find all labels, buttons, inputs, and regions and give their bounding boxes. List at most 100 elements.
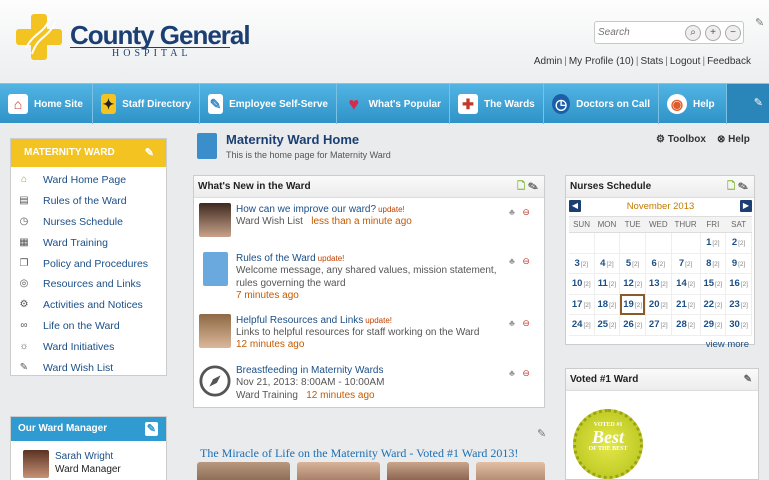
calendar-day[interactable]: 4[2] <box>594 253 621 274</box>
calendar-day[interactable]: 25[2] <box>594 314 621 336</box>
nav-the-wards[interactable]: ✚ The Wards <box>450 84 544 124</box>
ward-menu-item-activities[interactable]: ⚙ Activities and Notices <box>11 295 166 316</box>
feedback-link[interactable]: Feedback <box>707 56 751 67</box>
ward-manager-name[interactable]: Sarah Wright <box>55 451 113 462</box>
delete-icon[interactable]: ⊖ <box>522 368 530 378</box>
feature-edit-icon[interactable]: ✎ <box>537 427 546 440</box>
ward-menu-item-life[interactable]: ∞ Life on the Ward <box>11 316 166 337</box>
feature-photo[interactable] <box>476 462 545 480</box>
calendar-day-count: [2] <box>687 281 695 289</box>
ward-menu-item-training[interactable]: ▦ Ward Training <box>11 232 166 253</box>
calendar-day[interactable]: 16[2] <box>725 273 752 295</box>
calendar-day[interactable]: 19[2] <box>619 294 646 315</box>
calendar-day[interactable]: 24[2] <box>569 314 595 336</box>
news-item-title[interactable]: Helpful Resources and Links <box>236 315 363 326</box>
like-icon[interactable]: ♣ <box>509 207 515 217</box>
add-item-icon[interactable]: 🗋 <box>517 181 525 192</box>
document-icon <box>203 252 228 286</box>
calendar-day[interactable]: 23[2] <box>725 294 752 315</box>
news-item-title[interactable]: How can we improve our ward? <box>236 204 376 215</box>
zoom-out-icon[interactable]: − <box>725 25 741 41</box>
calendar-day[interactable]: 29[2] <box>700 314 727 336</box>
nav-home-site[interactable]: ⌂ Home Site <box>0 84 93 124</box>
ward-menu-item-initiatives[interactable]: ☼ Ward Initiatives <box>11 336 166 357</box>
my-profile-link[interactable]: My Profile (10) <box>569 56 634 67</box>
news-item: Breastfeeding in Maternity Wards Nov 21,… <box>199 364 539 404</box>
ward-menu-item-policy[interactable]: ❐ Policy and Procedures <box>11 253 166 274</box>
ward-menu-item-nurses-schedule[interactable]: ◷ Nurses Schedule <box>11 212 166 233</box>
calendar-day[interactable]: 15[2] <box>700 273 727 295</box>
next-month-button[interactable]: ▶ <box>739 200 752 212</box>
nav-edit-icon[interactable]: ✎ <box>754 96 763 109</box>
nav-help[interactable]: ◉ Help <box>659 84 727 124</box>
nav-staff-directory[interactable]: ✦ Staff Directory <box>93 84 200 124</box>
feature-photo[interactable] <box>387 462 469 480</box>
view-more-link[interactable]: view more <box>706 339 749 350</box>
delete-icon[interactable]: ⊖ <box>522 318 530 328</box>
calendar-day[interactable]: 12[2] <box>619 273 646 295</box>
calendar-day[interactable]: 5[2] <box>619 253 646 274</box>
news-item-title[interactable]: Breastfeeding in Maternity Wards <box>236 365 383 376</box>
ward-manager-edit-icon[interactable]: ✎ <box>144 422 158 436</box>
stats-link[interactable]: Stats <box>640 56 663 67</box>
calendar-day[interactable]: 17[2] <box>569 294 595 315</box>
calendar-day[interactable]: 18[2] <box>594 294 621 315</box>
ward-menu-item-resources[interactable]: ◎ Resources and Links <box>11 274 166 295</box>
nav-whats-popular[interactable]: ♥ What's Popular <box>337 84 450 124</box>
feature-photo[interactable] <box>197 462 290 480</box>
ward-manager-avatar[interactable] <box>23 450 49 478</box>
calendar-day[interactable]: 26[2] <box>619 314 646 336</box>
edit-icon[interactable]: ✎ <box>744 374 752 385</box>
calendar-day[interactable]: 14[2] <box>671 273 701 295</box>
calendar-day[interactable]: 9[2] <box>725 253 752 274</box>
search-input[interactable] <box>595 22 683 43</box>
calendar-day[interactable]: 8[2] <box>700 253 727 274</box>
calendar-day[interactable]: 6[2] <box>645 253 672 274</box>
nav-employee-self-serve[interactable]: ✎ Employee Self-Serve <box>200 84 337 124</box>
add-event-icon[interactable]: 🗋 <box>727 181 735 192</box>
edit-icon[interactable]: ✎ <box>528 181 538 192</box>
header-edit-icon[interactable]: ✎ <box>755 16 764 29</box>
calendar-day[interactable]: 11[2] <box>594 273 621 295</box>
delete-icon[interactable]: ⊖ <box>522 207 530 217</box>
toolbox-button[interactable]: ⚙ Toolbox <box>656 134 706 145</box>
ward-menu-item-wish-list[interactable]: ✎ Ward Wish List <box>11 357 166 378</box>
calendar-day <box>569 232 595 254</box>
ward-menu-item-rules[interactable]: ▤ Rules of the Ward <box>11 191 166 212</box>
calendar-day[interactable]: 3[2] <box>569 253 595 274</box>
ward-menu-edit-icon[interactable]: ✎ <box>145 139 154 167</box>
news-item-title[interactable]: Rules of the Ward <box>236 253 316 264</box>
calendar-day[interactable]: 7[2] <box>671 253 701 274</box>
calendar-day-count: [2] <box>715 281 723 289</box>
prev-month-button[interactable]: ◀ <box>569 200 581 212</box>
ward-menu-item-home[interactable]: ⌂ Ward Home Page <box>11 170 166 191</box>
search-page-icon[interactable]: ⌕ <box>685 25 701 41</box>
zoom-in-icon[interactable]: + <box>705 25 721 41</box>
feature-headline[interactable]: The Miracle of Life on the Maternity War… <box>200 446 518 461</box>
like-icon[interactable]: ♣ <box>509 318 515 328</box>
calendar-day[interactable]: 1[2] <box>700 232 727 254</box>
delete-icon[interactable]: ⊖ <box>522 256 530 266</box>
update-badge: update! <box>378 205 405 214</box>
logout-link[interactable]: Logout <box>670 56 701 67</box>
county-general-logo[interactable] <box>16 14 62 60</box>
edit-icon[interactable]: ✎ <box>738 181 748 192</box>
calendar-day[interactable]: 2[2] <box>725 232 752 254</box>
calendar-day[interactable]: 10[2] <box>569 273 595 295</box>
calendar-day[interactable]: 22[2] <box>700 294 727 315</box>
calendar-day[interactable]: 28[2] <box>671 314 701 336</box>
gear-icon: ⚙ <box>19 299 29 311</box>
nav-doctors-on-call[interactable]: ◷ Doctors on Call <box>544 84 659 124</box>
like-icon[interactable]: ♣ <box>509 368 515 378</box>
globe-icon: ◎ <box>19 278 29 290</box>
like-icon[interactable]: ♣ <box>509 256 515 266</box>
calendar-day[interactable]: 21[2] <box>671 294 701 315</box>
feature-photo[interactable] <box>297 462 380 480</box>
admin-link[interactable]: Admin <box>534 56 562 67</box>
calendar-day-header: FRI <box>700 216 726 233</box>
calendar-day[interactable]: 27[2] <box>645 314 672 336</box>
help-button[interactable]: ⊗ Help <box>717 134 750 145</box>
calendar-day[interactable]: 20[2] <box>645 294 672 315</box>
calendar-day[interactable]: 30[2] <box>725 314 752 336</box>
calendar-day[interactable]: 13[2] <box>645 273 672 295</box>
